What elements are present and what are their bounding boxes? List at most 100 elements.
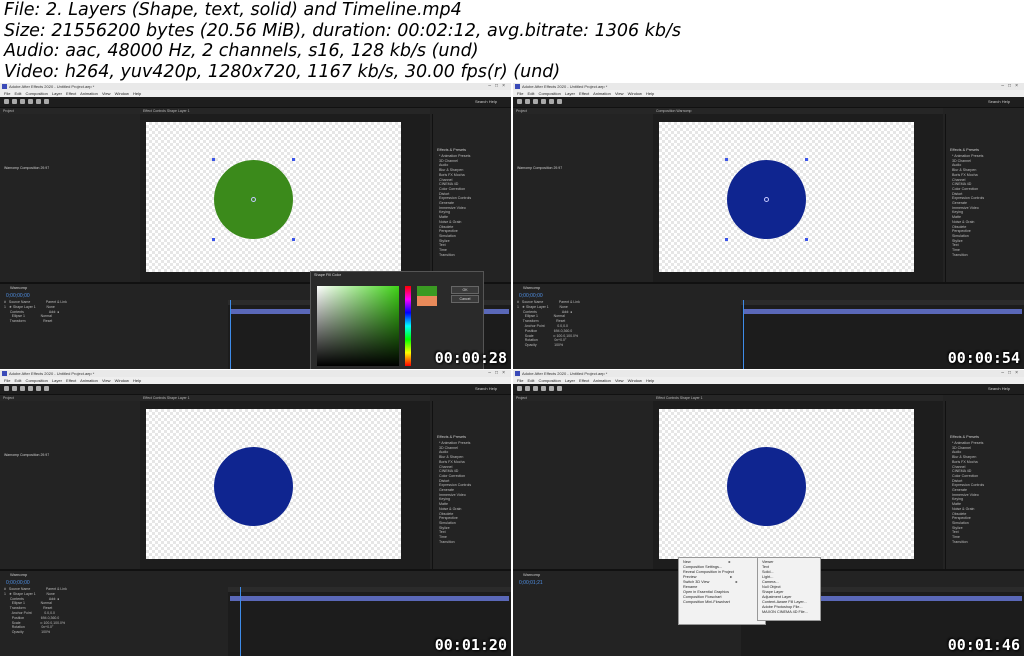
current-time-indicator[interactable] bbox=[240, 587, 241, 656]
timeline-tab[interactable]: Warnomp bbox=[10, 285, 27, 290]
menu-bar[interactable]: File Edit Composition Layer Effect Anima… bbox=[0, 90, 511, 97]
effects-list[interactable]: * Animation Presets 3D Channel Audio Blu… bbox=[952, 441, 984, 544]
timestamp: 00:00:54 bbox=[947, 349, 1020, 367]
time-ruler[interactable] bbox=[228, 587, 511, 592]
effects-list[interactable]: * Animation Presets 3D Channel Audio Blu… bbox=[439, 154, 471, 257]
layer-list[interactable]: # Source Name Parent & Link 1 ★ Shape La… bbox=[513, 300, 741, 369]
search-help[interactable]: Search Help bbox=[475, 99, 497, 105]
layer-list[interactable]: # Source Name Parent & Link 1 ★ Shape La… bbox=[0, 587, 228, 656]
menu-bar[interactable]: File Edit Composition Layer Effect Anima… bbox=[513, 377, 1024, 384]
rotate-tool-icon[interactable] bbox=[36, 99, 41, 104]
bbox-handle[interactable] bbox=[725, 238, 728, 241]
thumbnail-1: Adobe After Effects 2020 - Untitled Proj… bbox=[0, 83, 511, 369]
window-controls[interactable]: –□× bbox=[488, 83, 509, 90]
anchor-point-icon[interactable] bbox=[764, 197, 769, 202]
layer-list[interactable]: # Source Name Parent & Link 1 ★ Shape La… bbox=[0, 300, 228, 369]
window-controls[interactable]: –□× bbox=[1001, 370, 1022, 377]
hand-tool-icon[interactable] bbox=[533, 386, 538, 391]
anchor-point-icon[interactable] bbox=[251, 197, 256, 202]
tool-bar: Search Help bbox=[0, 97, 511, 108]
saturation-field[interactable] bbox=[317, 286, 399, 366]
thumbnail-2: Adobe After Effects 2020 - Untitled Proj… bbox=[513, 83, 1024, 369]
hand-tool-icon[interactable] bbox=[533, 99, 538, 104]
home-icon[interactable] bbox=[517, 386, 522, 391]
ae-app-icon bbox=[515, 371, 520, 376]
bbox-handle[interactable] bbox=[805, 238, 808, 241]
home-icon[interactable] bbox=[4, 386, 9, 391]
menu-bar[interactable]: File Edit Composition Layer Effect Anima… bbox=[513, 90, 1024, 97]
tool-bar: Search Help bbox=[0, 384, 511, 395]
window-controls[interactable]: –□× bbox=[488, 370, 509, 377]
search-help[interactable]: Search Help bbox=[475, 386, 497, 392]
zoom-tool-icon[interactable] bbox=[541, 99, 546, 104]
timeline-tab[interactable]: Warnomp bbox=[10, 572, 27, 577]
bbox-handle[interactable] bbox=[725, 158, 728, 161]
size-line: Size: 21556200 bytes (20.56 MiB), durati… bbox=[4, 20, 681, 41]
video-line: Video: h264, yuv420p, 1280x720, 1167 kb/… bbox=[4, 61, 561, 82]
tool-bar: Search Help bbox=[513, 384, 1024, 395]
rotate-tool-icon[interactable] bbox=[549, 386, 554, 391]
composition-canvas[interactable] bbox=[146, 122, 401, 272]
home-icon[interactable] bbox=[4, 99, 9, 104]
time-ruler[interactable] bbox=[741, 300, 1024, 305]
selection-tool-icon[interactable] bbox=[525, 386, 530, 391]
current-timecode[interactable]: 0;00;00;00 bbox=[519, 293, 543, 299]
timeline-tab[interactable]: Warnomp bbox=[523, 572, 540, 577]
shape-tool-icon[interactable] bbox=[557, 99, 562, 104]
selection-tool-icon[interactable] bbox=[525, 99, 530, 104]
shape-tool-icon[interactable] bbox=[557, 386, 562, 391]
current-timecode[interactable]: 0;00;00;00 bbox=[6, 580, 30, 586]
composition-canvas[interactable] bbox=[659, 122, 914, 272]
project-item[interactable]: Warnomp Composition 29.97 bbox=[4, 166, 134, 171]
current-time-indicator[interactable] bbox=[230, 300, 231, 369]
rotate-tool-icon[interactable] bbox=[36, 386, 41, 391]
bbox-handle[interactable] bbox=[212, 238, 215, 241]
bbox-handle[interactable] bbox=[805, 158, 808, 161]
effects-list[interactable]: * Animation Presets 3D Channel Audio Blu… bbox=[952, 154, 984, 257]
effects-list[interactable]: * Animation Presets 3D Channel Audio Blu… bbox=[439, 441, 471, 544]
project-panel: Warnomp Composition 29.97 bbox=[0, 401, 141, 569]
layer-duration-bar[interactable] bbox=[230, 596, 509, 601]
ok-button[interactable]: OK bbox=[451, 286, 479, 294]
layer-duration-bar[interactable] bbox=[743, 309, 1022, 314]
cancel-button[interactable]: Cancel bbox=[451, 295, 479, 303]
hand-tool-icon[interactable] bbox=[20, 386, 25, 391]
zoom-tool-icon[interactable] bbox=[28, 99, 33, 104]
bbox-handle[interactable] bbox=[292, 158, 295, 161]
project-item[interactable]: Warnomp Composition 29.97 bbox=[4, 453, 134, 458]
shape-tool-icon[interactable] bbox=[44, 99, 49, 104]
new-layer-submenu[interactable]: Viewer Text Solid... Light... Camera... … bbox=[757, 557, 821, 621]
hue-slider[interactable] bbox=[405, 286, 411, 366]
composition-canvas[interactable] bbox=[659, 409, 914, 559]
shape-tool-icon[interactable] bbox=[44, 386, 49, 391]
effects-title: Effects & Presets bbox=[437, 435, 467, 439]
project-panel: Warnomp Composition 29.97 bbox=[0, 114, 141, 282]
current-time-indicator[interactable] bbox=[743, 300, 744, 369]
old-color-swatch bbox=[417, 296, 437, 306]
zoom-tool-icon[interactable] bbox=[541, 386, 546, 391]
rotate-tool-icon[interactable] bbox=[549, 99, 554, 104]
selection-tool-icon[interactable] bbox=[12, 386, 17, 391]
bbox-handle[interactable] bbox=[212, 158, 215, 161]
current-timecode[interactable]: 0;00;01;21 bbox=[519, 580, 543, 586]
current-timecode[interactable]: 0;00;00;00 bbox=[6, 293, 30, 299]
home-icon[interactable] bbox=[517, 99, 522, 104]
hand-tool-icon[interactable] bbox=[20, 99, 25, 104]
effects-title: Effects & Presets bbox=[950, 148, 980, 152]
bbox-handle[interactable] bbox=[292, 238, 295, 241]
timeline-tab[interactable]: Warnomp bbox=[523, 285, 540, 290]
project-item[interactable]: Warnomp Composition 29.97 bbox=[517, 166, 647, 171]
search-help[interactable]: Search Help bbox=[988, 386, 1010, 392]
menu-bar[interactable]: File Edit Composition Layer Effect Anima… bbox=[0, 377, 511, 384]
zoom-tool-icon[interactable] bbox=[28, 386, 33, 391]
composition-viewer bbox=[140, 401, 430, 569]
window-controls[interactable]: –□× bbox=[1001, 83, 1022, 90]
window-title: Adobe After Effects 2020 - Untitled Proj… bbox=[513, 370, 1024, 377]
composition-context-menu[interactable]: New ▸ Composition Settings... Reveal Com… bbox=[678, 557, 766, 625]
composition-canvas[interactable] bbox=[146, 409, 401, 559]
search-help[interactable]: Search Help bbox=[988, 99, 1010, 105]
selection-tool-icon[interactable] bbox=[12, 99, 17, 104]
ellipse-shape[interactable] bbox=[727, 447, 806, 526]
ellipse-shape[interactable] bbox=[214, 447, 293, 526]
ae-app-icon bbox=[515, 84, 520, 89]
